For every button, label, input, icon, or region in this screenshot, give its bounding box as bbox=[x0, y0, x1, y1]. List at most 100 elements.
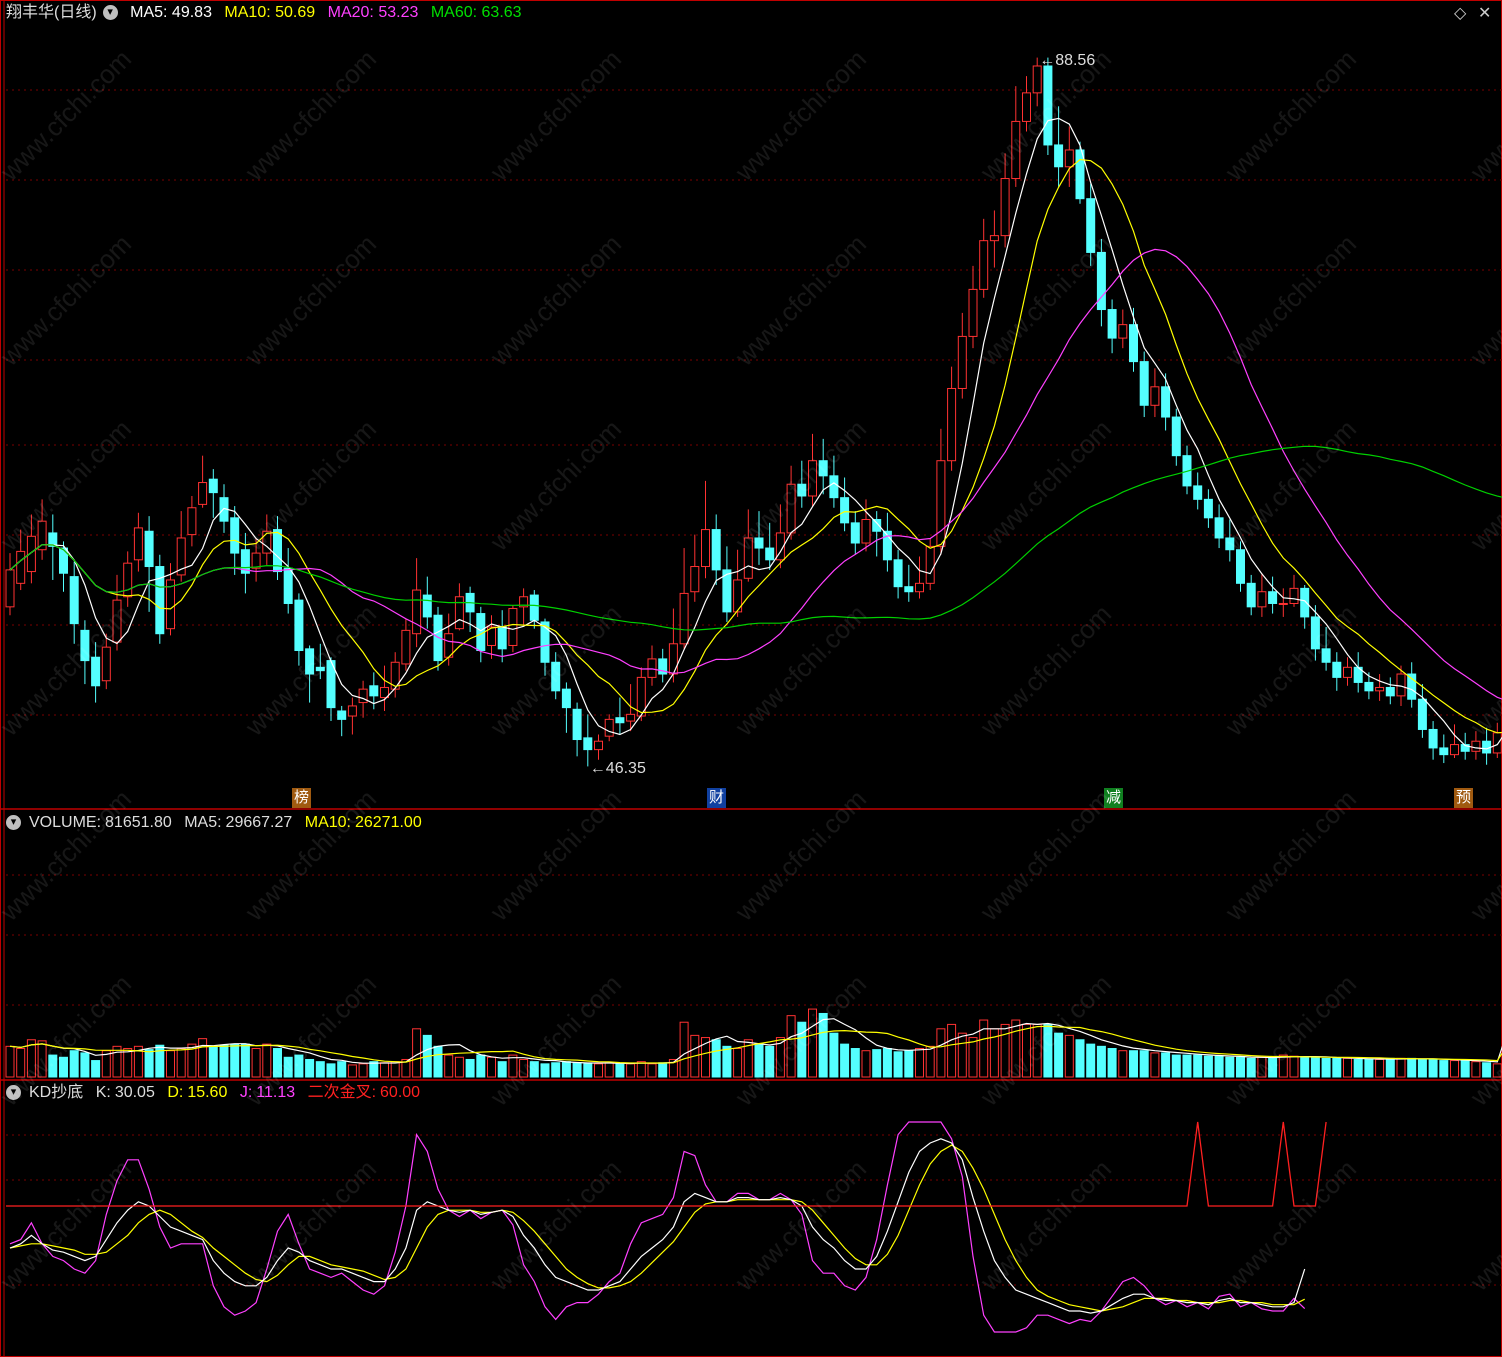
volume-bar bbox=[69, 1050, 79, 1078]
arrow-left-icon: ← bbox=[589, 760, 606, 778]
chart-canvas[interactable] bbox=[0, 0, 1502, 1357]
volume-bar bbox=[1353, 1058, 1363, 1078]
volume-bar bbox=[1086, 1043, 1096, 1078]
candle-body bbox=[1417, 698, 1427, 730]
volume-bar bbox=[123, 1048, 133, 1078]
candle-body bbox=[315, 666, 325, 672]
candle-body bbox=[1289, 587, 1299, 604]
candle-body bbox=[594, 740, 603, 751]
volume-bar bbox=[1022, 1023, 1031, 1078]
kd-k-line bbox=[9, 1138, 1306, 1314]
candle-body bbox=[80, 629, 90, 662]
volume-bar bbox=[155, 1044, 165, 1078]
candle-body bbox=[1439, 747, 1449, 756]
candle-body bbox=[91, 656, 101, 687]
volume-bar bbox=[487, 1056, 496, 1078]
candle-body bbox=[1364, 681, 1374, 692]
candle-body bbox=[16, 550, 26, 584]
collapse-icon[interactable]: ▾ bbox=[102, 5, 118, 21]
candle-body bbox=[1225, 537, 1235, 551]
volume-bar bbox=[711, 1039, 721, 1078]
volume-bar bbox=[765, 1045, 775, 1078]
volume-bar bbox=[1107, 1048, 1117, 1078]
candle-body bbox=[1171, 416, 1181, 457]
candle-body bbox=[765, 547, 775, 561]
event-tag-yu[interactable]: 预 bbox=[1454, 788, 1474, 808]
candle-body bbox=[412, 589, 422, 635]
volume-bar bbox=[786, 1015, 796, 1078]
candle-body bbox=[1043, 65, 1053, 146]
candle-body bbox=[904, 586, 914, 593]
ma10-indicator: MA10: 50.69 bbox=[224, 4, 316, 21]
volume-bar bbox=[808, 1008, 817, 1078]
volume-bar bbox=[1289, 1055, 1299, 1078]
candle-body bbox=[551, 661, 561, 692]
candle-body bbox=[1343, 666, 1352, 678]
volume-bar bbox=[59, 1056, 68, 1078]
kd-panel-header: ▾ KD抄底 K: 30.05 D: 15.60 J: 11.13 二次金叉: 60.00 bbox=[6, 1082, 428, 1104]
candle-body bbox=[1022, 92, 1031, 122]
candle-body bbox=[1000, 178, 1010, 237]
volume-bar bbox=[957, 1032, 967, 1078]
diamond-icon[interactable]: ◇ bbox=[1454, 3, 1466, 23]
candle-body bbox=[572, 708, 582, 741]
volume-bar bbox=[1385, 1057, 1395, 1078]
volume-bar bbox=[1482, 1062, 1492, 1078]
candle-body bbox=[1310, 616, 1320, 650]
candle-body bbox=[1246, 582, 1256, 608]
volume-bar bbox=[1139, 1050, 1149, 1078]
candle-body bbox=[1011, 120, 1021, 180]
candle-body bbox=[583, 737, 593, 751]
volume-bar bbox=[240, 1043, 250, 1078]
volume-bar bbox=[893, 1051, 903, 1078]
volume-bar bbox=[679, 1021, 689, 1078]
close-icon[interactable]: ✕ bbox=[1478, 3, 1491, 23]
volume-bar bbox=[1011, 1019, 1021, 1078]
volume-bar bbox=[1225, 1056, 1235, 1078]
event-tag-cai[interactable]: 财 bbox=[707, 788, 727, 808]
volume-bar bbox=[529, 1061, 539, 1078]
volume-bar bbox=[1450, 1060, 1459, 1078]
volume-bar bbox=[615, 1062, 625, 1078]
volume-bar bbox=[16, 1048, 26, 1078]
volume-bar bbox=[572, 1062, 582, 1078]
volume-bar bbox=[915, 1048, 924, 1078]
candle-body bbox=[947, 387, 957, 462]
candle-body bbox=[1321, 648, 1331, 663]
volume-bar bbox=[230, 1043, 240, 1078]
candle-body bbox=[850, 522, 860, 544]
volume-bar bbox=[1129, 1050, 1138, 1078]
volume-bar bbox=[647, 1063, 657, 1078]
collapse-icon[interactable]: ▾ bbox=[6, 815, 21, 831]
candle-body bbox=[69, 576, 79, 625]
candle-body bbox=[401, 629, 411, 665]
volume-bar bbox=[337, 1061, 347, 1078]
ma20-line bbox=[9, 248, 1502, 700]
volume-bar bbox=[1075, 1039, 1085, 1078]
candle-body bbox=[1129, 324, 1138, 363]
volume-bar bbox=[476, 1054, 486, 1078]
candle-body bbox=[1300, 587, 1310, 618]
ma60-indicator: MA60: 63.63 bbox=[430, 4, 522, 21]
collapse-icon[interactable]: ▾ bbox=[6, 1085, 21, 1101]
volume-bar bbox=[733, 1048, 743, 1078]
event-tag-bang[interactable]: 榜 bbox=[292, 788, 312, 808]
candle-body bbox=[893, 559, 903, 588]
candle-body bbox=[1086, 198, 1096, 253]
candle-body bbox=[647, 658, 657, 678]
candle-body bbox=[155, 566, 165, 635]
candle-body bbox=[808, 460, 817, 497]
volume-bar bbox=[1278, 1054, 1288, 1078]
candle-body bbox=[144, 530, 154, 568]
event-tag-jian[interactable]: 减 bbox=[1104, 788, 1124, 808]
volume-bar bbox=[251, 1048, 261, 1078]
candle-body bbox=[529, 594, 539, 621]
volume-bar bbox=[358, 1063, 368, 1078]
volume-bar bbox=[1182, 1054, 1192, 1078]
candle-body bbox=[347, 705, 357, 717]
candle-body bbox=[797, 483, 807, 497]
candle-body bbox=[1161, 386, 1171, 418]
volume-bar bbox=[166, 1050, 175, 1078]
volume-bar bbox=[1439, 1060, 1449, 1078]
volume-bar bbox=[1428, 1058, 1438, 1078]
